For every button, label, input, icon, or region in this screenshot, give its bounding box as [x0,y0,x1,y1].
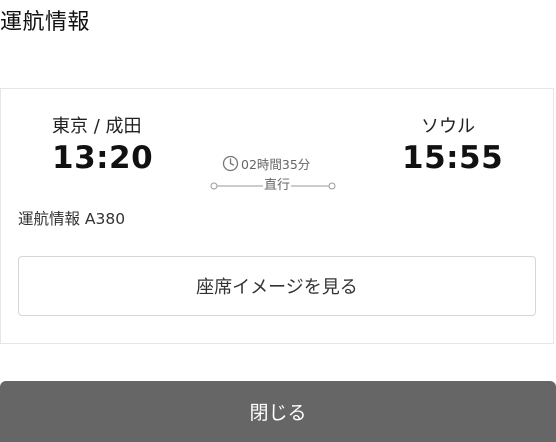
nonstop-label: 直行 [263,174,292,193]
departure-time: 13:20 [52,140,154,176]
origin-city: 東京 / 成田 [52,116,142,137]
page-title: 運航情報 [0,10,91,35]
flight-duration: 02時間35分 [222,154,310,172]
duration-text: 02時間35分 [241,156,311,172]
close-button-label: 閉じる [249,402,307,424]
clock-icon [222,155,239,172]
close-button[interactable]: 閉じる [0,381,556,442]
seat-map-button[interactable]: 座席イメージを見る [18,256,536,316]
arrival-time: 15:55 [402,140,504,176]
aircraft-info: 運航情報 A380 [18,210,126,228]
flight-info-page: 運航情報 東京 / 成田 13:20 02時間35分 直行 ソウル 15:55 … [0,0,556,442]
destination-city: ソウル [421,116,475,137]
seat-map-button-label: 座席イメージを見る [196,277,358,298]
